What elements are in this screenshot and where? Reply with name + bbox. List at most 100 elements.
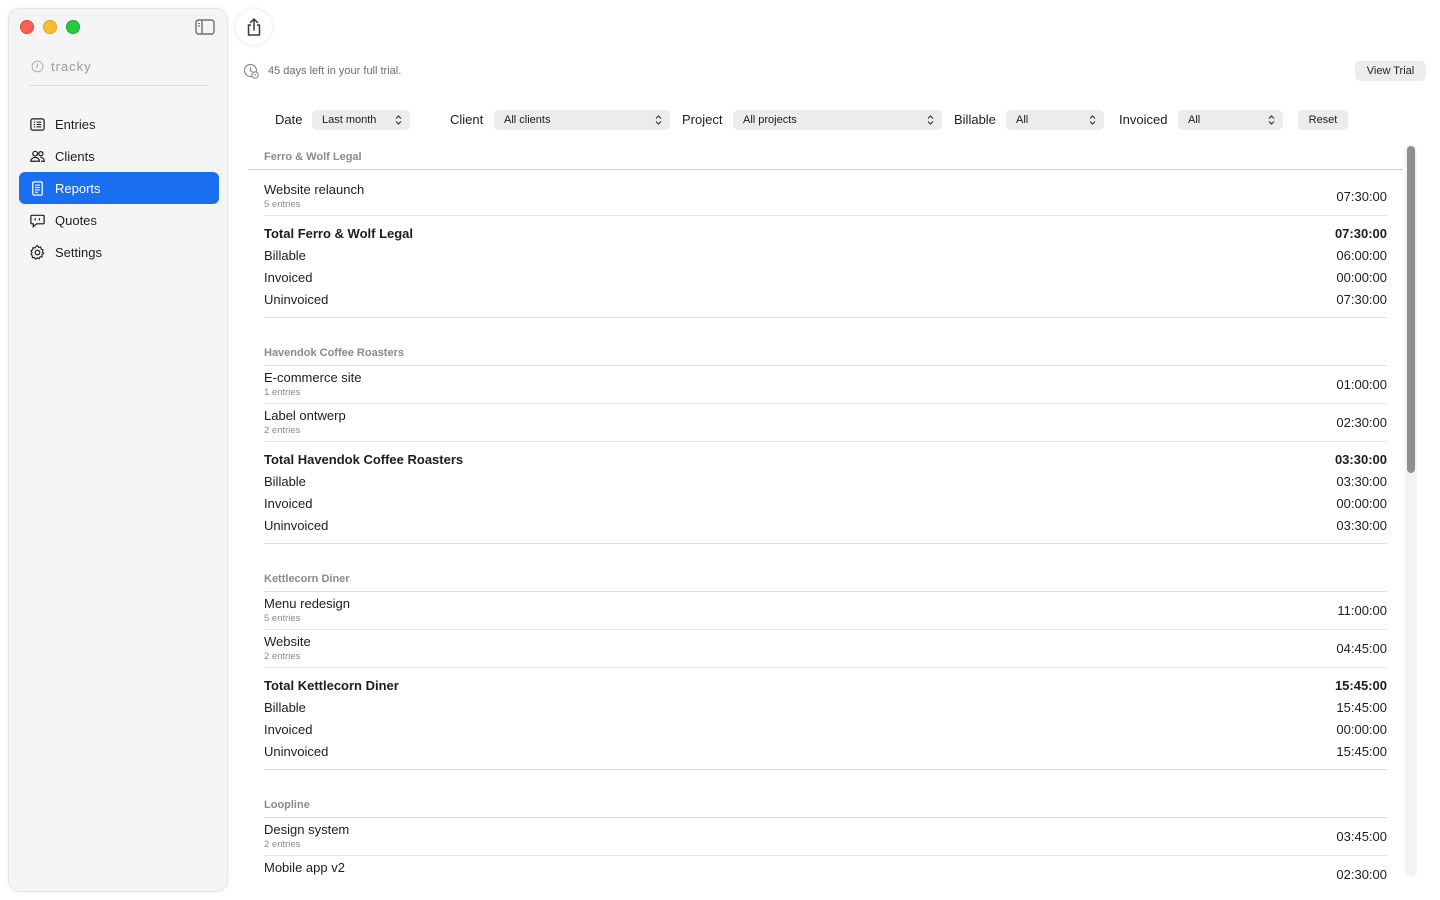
sidebar-item-clients[interactable]: Clients [19,140,219,172]
client-filter-label: Client [450,112,484,127]
billable-label: Billable [264,474,306,489]
entry-count: 2 entries [264,839,301,850]
share-button[interactable] [236,9,272,45]
sidebar-toggle-icon[interactable] [195,19,215,35]
project-time: 11:00:00 [1337,603,1387,618]
client-group-header: Loopline [264,792,1387,818]
clock-badge-icon [243,63,259,79]
project-name: Menu redesign [264,596,350,611]
date-filter-label: Date [275,112,303,127]
billable-select-value: All [1016,114,1029,126]
chevron-updown-icon [655,115,662,125]
invoiced-label: Invoiced [264,496,313,511]
project-time: 01:00:00 [1336,377,1387,392]
total-value: 15:45:00 [1334,678,1387,693]
divider [29,85,209,86]
uninvoiced-row: Uninvoiced 15:45:00 [264,741,1387,763]
chevron-updown-icon [395,115,402,125]
project-time: 07:30:00 [1336,189,1387,204]
billable-label: Billable [264,248,306,263]
share-icon [247,18,261,36]
uninvoiced-label: Uninvoiced [264,744,329,759]
reset-button[interactable]: Reset [1298,110,1348,130]
total-row: Total Ferro & Wolf Legal 07:30:00 [264,223,1387,245]
sidebar-item-reports[interactable]: Reports [19,172,219,204]
scrollbar-thumb[interactable] [1407,146,1415,473]
sidebar-item-label: Reports [55,180,101,196]
brand: tracky [31,59,92,74]
report-scrollbar[interactable] [1405,145,1417,877]
project-name: Website relaunch [264,182,365,197]
entry-count: 2 entries [264,651,301,662]
client-select[interactable]: All clients [494,110,670,130]
invoiced-filter-label: Invoiced [1119,112,1168,127]
billable-value: 03:30:00 [1336,474,1387,489]
chevron-updown-icon [1089,115,1096,125]
uninvoiced-value: 07:30:00 [1336,292,1387,307]
uninvoiced-row: Uninvoiced 03:30:00 [264,515,1387,537]
project-name: E-commerce site [264,370,362,385]
close-window-button[interactable] [20,20,34,34]
client-select-value: All clients [504,114,551,126]
date-select[interactable]: Last month [312,110,410,130]
project-row[interactable]: E-commerce site 1 entries 01:00:00 [264,366,1387,404]
sidebar-item-label: Settings [55,244,102,260]
client-totals: Total Ferro & Wolf Legal 07:30:00 Billabl… [264,216,1387,318]
sidebar-item-label: Clients [55,148,95,164]
minimize-window-button[interactable] [43,20,57,34]
total-label: Total Havendok Coffee Roasters [264,452,464,467]
gear-icon [30,244,45,260]
trial-text: 45 days left in your full trial. [268,65,402,77]
app-window: tracky Entries Clients Reports Quotes Se… [0,0,1440,900]
report-list: Ferro & Wolf Legal Website relaunch 5 en… [248,144,1403,880]
entry-count: 5 entries [264,199,301,210]
zoom-window-button[interactable] [66,20,80,34]
project-row[interactable]: Menu redesign 5 entries 11:00:00 [264,592,1387,630]
clock-icon [31,60,44,73]
invoiced-label: Invoiced [264,270,313,285]
invoiced-select[interactable]: All [1178,110,1283,130]
total-label: Total Kettlecorn Diner [264,678,399,693]
sidebar-item-label: Entries [55,116,96,132]
project-time: 04:45:00 [1336,641,1387,656]
project-name: Label ontwerp [264,408,346,423]
sidebar-item-settings[interactable]: Settings [19,236,219,268]
client-group-header: Kettlecorn Diner [264,566,1387,592]
uninvoiced-label: Uninvoiced [264,292,329,307]
invoiced-label: Invoiced [264,722,313,737]
window-controls [20,20,80,34]
uninvoiced-value: 03:30:00 [1336,518,1387,533]
speech-bubble-icon [30,214,45,228]
billable-label: Billable [264,700,306,715]
trial-banner: 45 days left in your full trial. [243,63,401,79]
project-select-value: All projects [743,114,797,126]
project-row[interactable]: Website relaunch 5 entries 07:30:00 [264,178,1387,216]
list-icon [30,117,45,131]
sidebar: tracky Entries Clients Reports Quotes Se… [8,8,228,892]
invoiced-value: 00:00:00 [1336,722,1387,737]
invoiced-select-value: All [1188,114,1201,126]
project-row[interactable]: Website 2 entries 04:45:00 [264,630,1387,668]
project-row[interactable]: Design system 2 entries 03:45:00 [264,818,1387,856]
sidebar-item-entries[interactable]: Entries [19,108,219,140]
project-row[interactable]: Label ontwerp 2 entries 02:30:00 [264,404,1387,442]
sidebar-item-quotes[interactable]: Quotes [19,204,219,236]
uninvoiced-row: Uninvoiced 07:30:00 [264,289,1387,311]
project-name: Design system [264,822,350,837]
project-time: 02:30:00 [1336,867,1387,880]
view-trial-button[interactable]: View Trial [1355,61,1426,81]
total-row: Total Kettlecorn Diner 15:45:00 [264,675,1387,697]
invoiced-value: 00:00:00 [1336,270,1387,285]
client-group-header: Havendok Coffee Roasters [264,340,1387,366]
total-value: 03:30:00 [1334,452,1387,467]
entry-count: 2 entries [264,425,301,436]
project-select[interactable]: All projects [733,110,942,130]
invoiced-row: Invoiced 00:00:00 [264,493,1387,515]
project-filter-label: Project [682,112,723,127]
project-row[interactable]: Mobile app v2 02:30:00 [264,856,1387,880]
billable-select[interactable]: All [1006,110,1104,130]
sidebar-item-label: Quotes [55,212,97,228]
billable-row: Billable 03:30:00 [264,471,1387,493]
sidebar-nav: Entries Clients Reports Quotes Settings [19,108,219,268]
document-icon [32,180,43,196]
